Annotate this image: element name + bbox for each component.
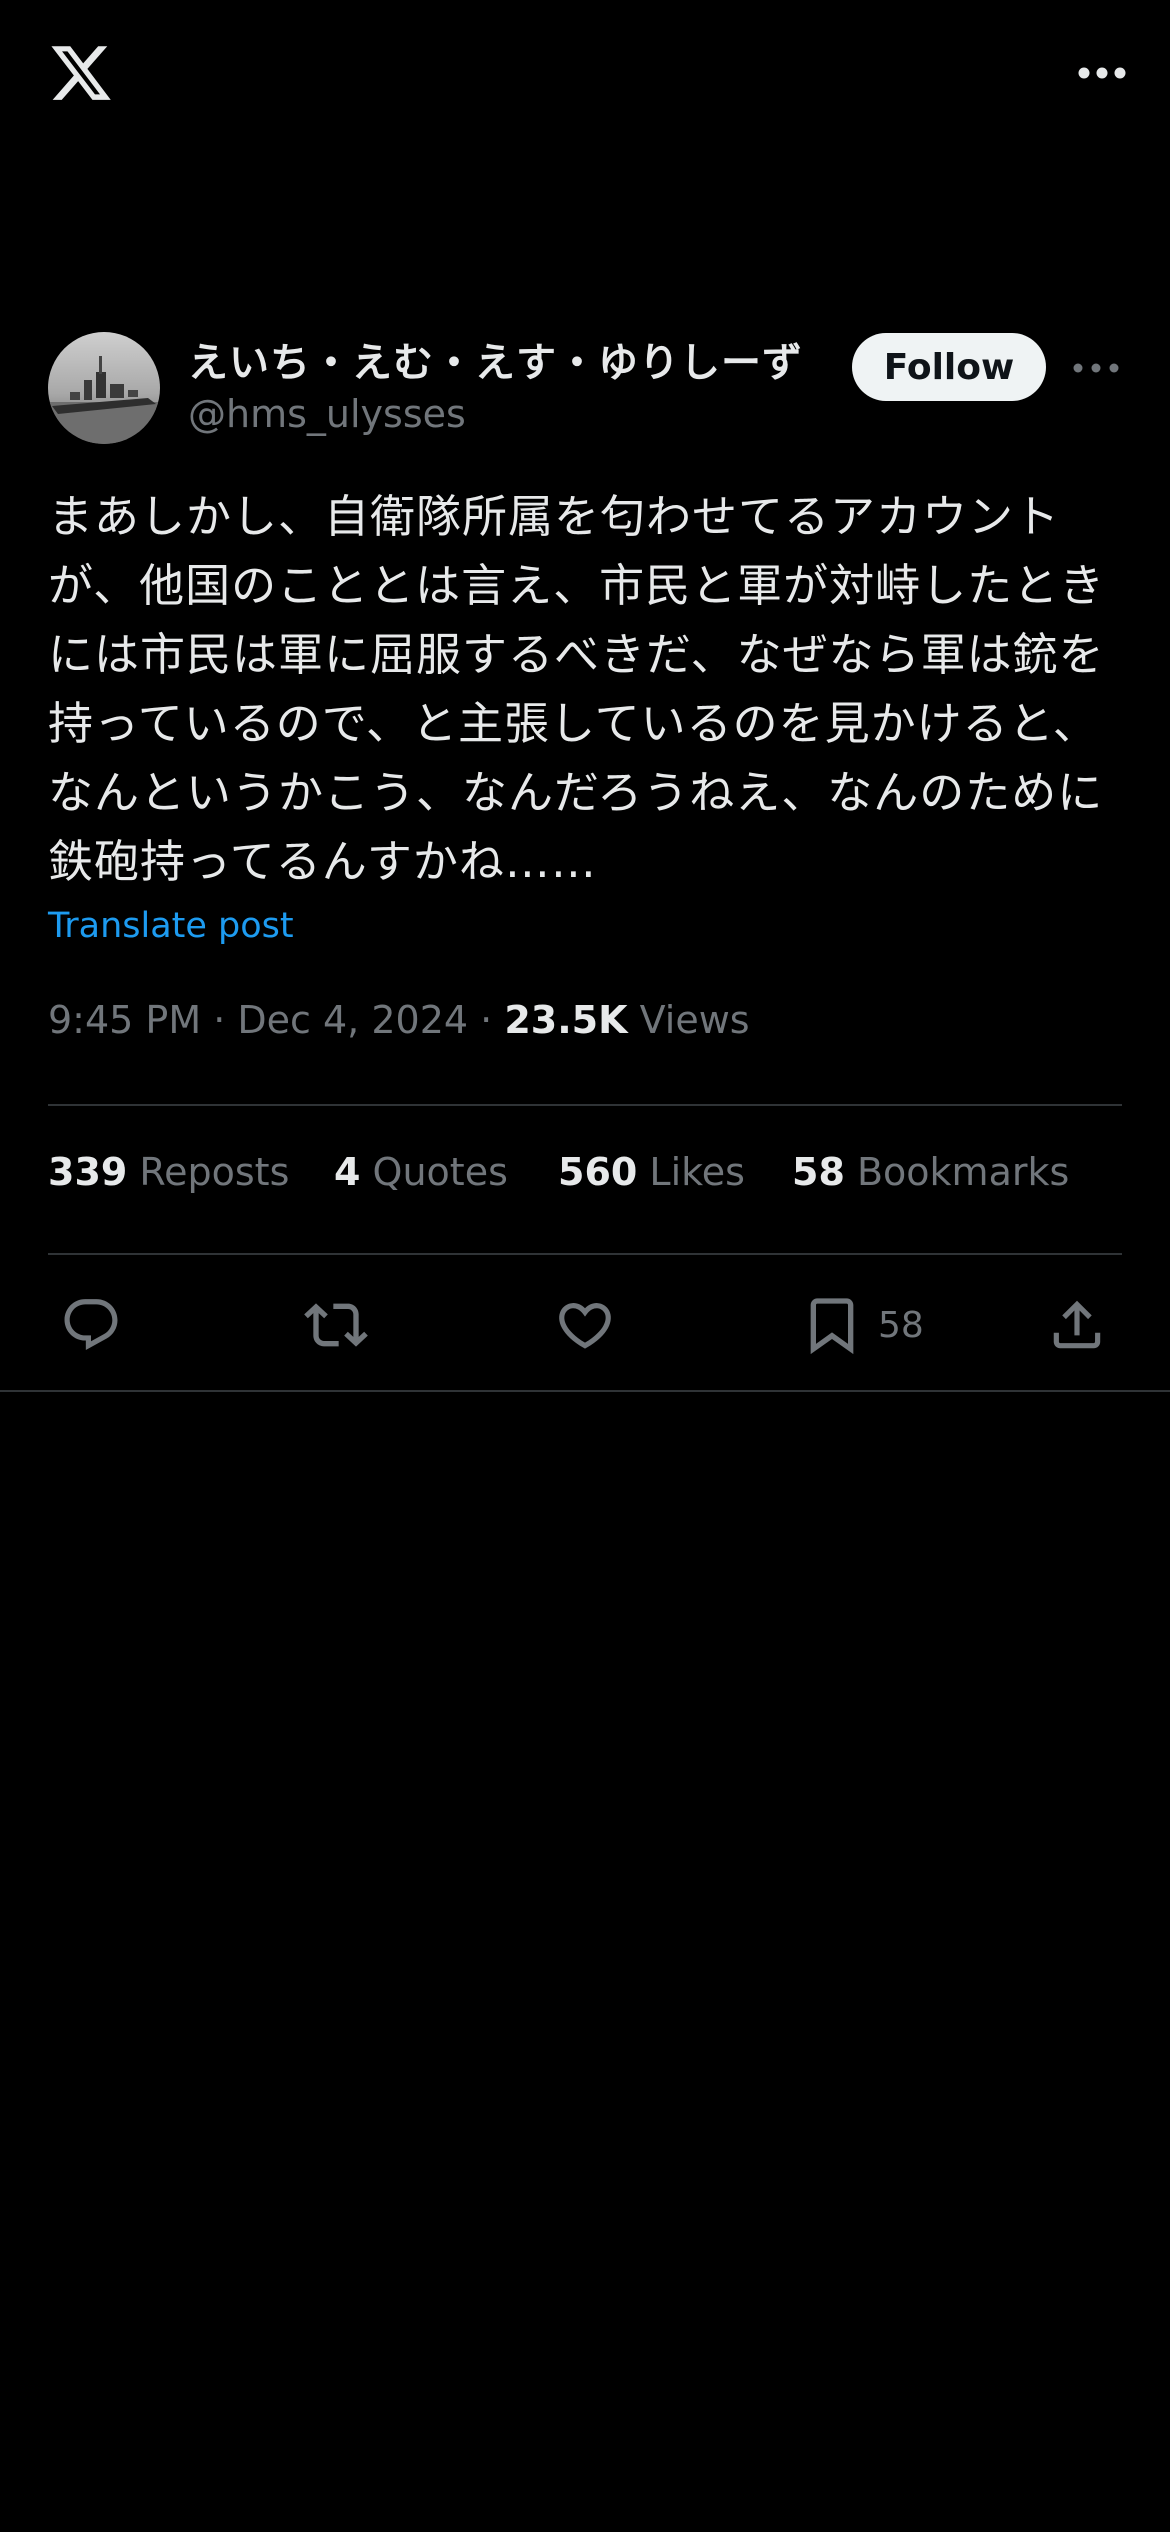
bookmarks-count: 58 — [792, 1150, 845, 1194]
reply-icon — [64, 1299, 118, 1351]
more-horizontal-icon[interactable] — [1072, 50, 1132, 96]
post-date[interactable]: Dec 4, 2024 — [237, 998, 468, 1042]
bookmark-count: 58 — [878, 1304, 924, 1346]
reposts-stat[interactable]: 339 Reposts — [48, 1150, 289, 1194]
share-icon — [1053, 1300, 1101, 1349]
author-row: えいち・えむ・えす・ゆりしーず @hms_ulysses Follow — [48, 330, 1122, 450]
likes-label: Likes — [649, 1150, 745, 1194]
repost-icon — [304, 1303, 368, 1347]
post: えいち・えむ・えす・ゆりしーず @hms_ulysses Follow まあしか… — [48, 330, 1122, 1042]
like-button[interactable] — [554, 1290, 616, 1360]
views-count: 23.5K — [504, 998, 628, 1042]
post-more-icon[interactable] — [1068, 352, 1124, 384]
bookmark-icon — [810, 1298, 854, 1355]
display-name[interactable]: えいち・えむ・えす・ゆりしーず — [188, 330, 803, 388]
share-button[interactable] — [1046, 1290, 1108, 1360]
likes-stat[interactable]: 560 Likes — [558, 1150, 745, 1194]
bookmark-button[interactable]: 58 — [800, 1290, 924, 1360]
quotes-stat[interactable]: 4 Quotes — [334, 1150, 508, 1194]
post-meta: 9:45 PM · Dec 4, 2024 · 23.5K Views — [48, 998, 750, 1042]
meta-separator: · — [480, 998, 505, 1042]
views-label: Views — [639, 998, 750, 1042]
quotes-label: Quotes — [372, 1150, 508, 1194]
heart-icon — [559, 1303, 611, 1349]
x-logo-icon[interactable] — [48, 40, 114, 106]
bookmarks-stat[interactable]: 58 Bookmarks — [792, 1150, 1069, 1194]
meta-separator: · — [213, 998, 238, 1042]
bookmarks-label: Bookmarks — [856, 1150, 1070, 1194]
divider — [48, 1253, 1122, 1255]
reply-button[interactable] — [60, 1290, 122, 1360]
warship-avatar — [48, 332, 160, 444]
avatar[interactable] — [48, 332, 160, 444]
reposts-count: 339 — [48, 1150, 128, 1194]
handle[interactable]: @hms_ulysses — [188, 392, 466, 436]
reposts-label: Reposts — [139, 1150, 290, 1194]
top-bar — [0, 0, 1170, 150]
likes-count: 560 — [558, 1150, 638, 1194]
post-time[interactable]: 9:45 PM — [48, 998, 201, 1042]
translate-post-link[interactable]: Translate post — [48, 906, 294, 946]
post-text: まあしかし、自衛隊所属を匂わせてるアカウントが、他国のこととは言え、市民と軍が対… — [48, 490, 1106, 888]
quotes-count: 4 — [334, 1150, 361, 1194]
repost-button[interactable] — [304, 1290, 368, 1360]
divider — [48, 1104, 1122, 1106]
divider — [0, 1390, 1170, 1392]
follow-button[interactable]: Follow — [852, 333, 1046, 401]
action-bar: 58 — [0, 1290, 1170, 1360]
